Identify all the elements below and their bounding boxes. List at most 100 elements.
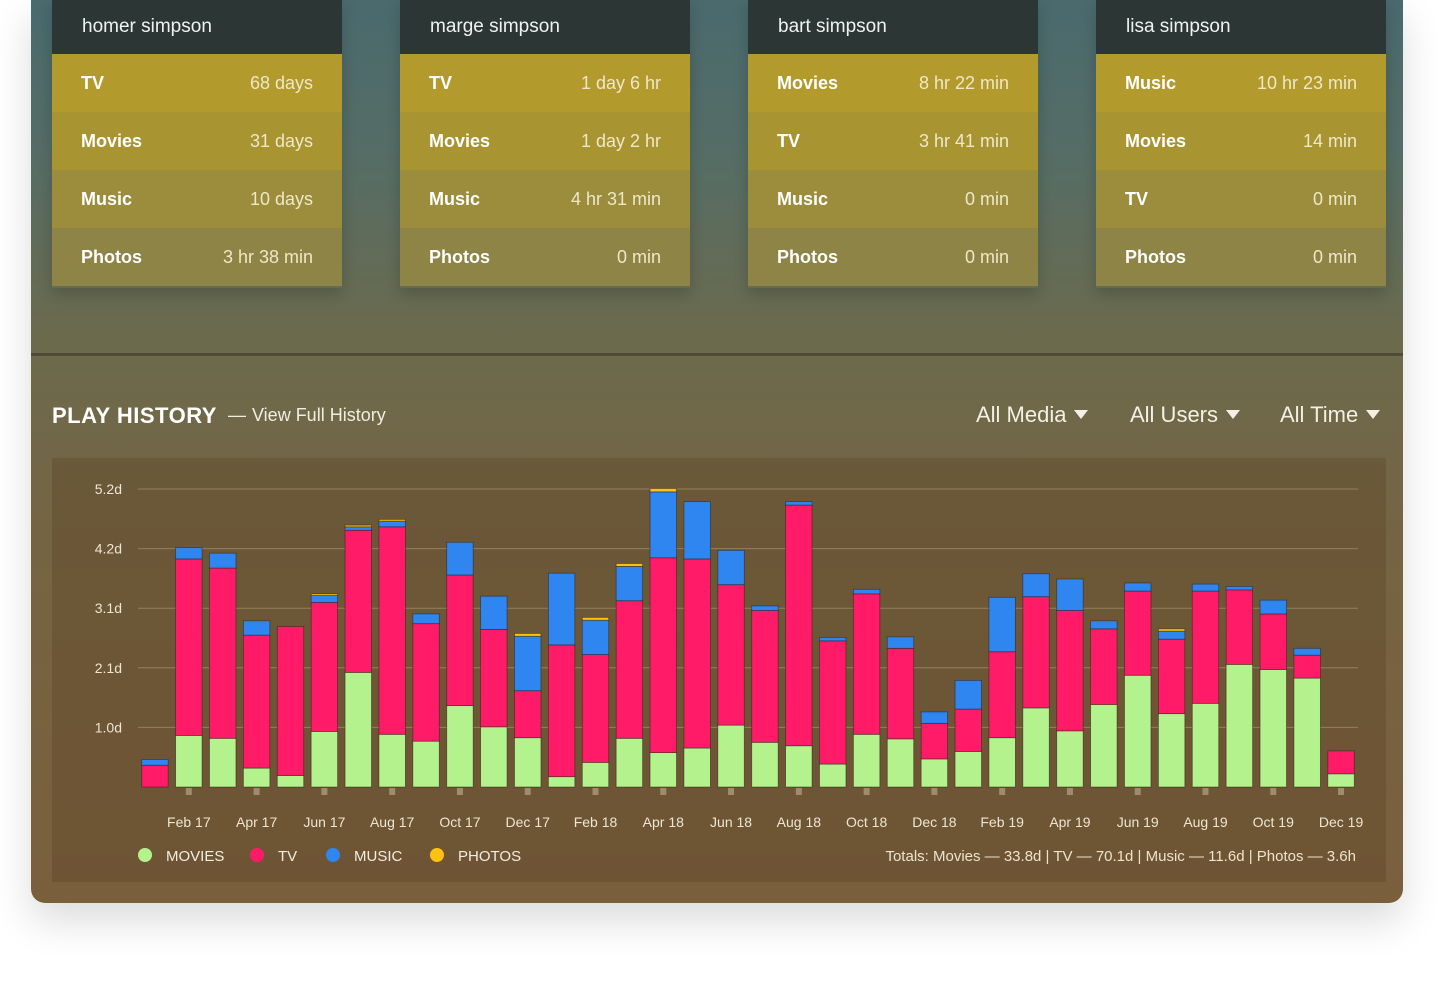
- bar-segment-movies: [1022, 707, 1050, 788]
- user-card-homer[interactable]: homer simpson TV 68 days Movies 31 days Mu…: [52, 0, 342, 288]
- bar-segment-photos: [344, 524, 372, 528]
- bar-segment-music: [480, 595, 508, 630]
- bar-segment-movies: [446, 705, 474, 788]
- bar-segment-music: [310, 595, 339, 603]
- bar-segment-music: [209, 552, 237, 569]
- bar-segment-tv: [209, 567, 237, 739]
- bar-segment-photos: [310, 593, 339, 596]
- bar-segment-tv: [819, 640, 847, 765]
- bar-segment-music: [920, 711, 949, 724]
- x-tick-label: Apr 18: [643, 814, 684, 830]
- bar-segment-music: [1225, 586, 1254, 591]
- bar-segment-music: [581, 619, 610, 656]
- stat-row: Photos 0 min: [1096, 228, 1386, 286]
- bar-segment-tv: [852, 593, 881, 735]
- stat-value: 0 min: [1312, 246, 1357, 267]
- bar-segment-music: [683, 501, 711, 560]
- bar-segment-music: [378, 520, 406, 528]
- bar-segment-music: [1259, 599, 1287, 615]
- bar-segment-music: [717, 549, 745, 586]
- bar-segment-tv: [547, 644, 576, 778]
- stat-value: 3 hr 38 min: [222, 246, 313, 267]
- stat-label: Music: [81, 188, 133, 209]
- stat-value: 68 days: [249, 72, 313, 93]
- x-tick-mark: [795, 788, 802, 795]
- bar-segment-music: [852, 588, 881, 595]
- user-card-lisa[interactable]: lisa simpson Music 10 hr 23 min Movies 14 …: [1096, 0, 1386, 288]
- x-tick-label: Oct 18: [846, 814, 887, 830]
- user-card-marge[interactable]: marge simpson TV 1 day 6 hr Movies 1 day 2…: [400, 0, 690, 288]
- bar-segment-movies: [1090, 704, 1118, 788]
- stat-row: TV 1 day 6 hr: [400, 54, 690, 112]
- caret-down-icon: [1366, 409, 1381, 419]
- time-filter-dropdown[interactable]: All Time: [1280, 402, 1381, 428]
- bar-segment-photos: [649, 488, 677, 493]
- bar-segment-photos: [615, 563, 644, 567]
- x-tick-mark: [660, 788, 667, 795]
- bar-segment-tv: [242, 634, 271, 769]
- stat-label: Photos: [1125, 246, 1186, 267]
- x-tick-label: Dec 19: [1319, 814, 1364, 830]
- media-filter-dropdown[interactable]: All Media: [976, 402, 1089, 428]
- bar-segment-movies: [717, 724, 745, 788]
- bar-segment-music: [615, 565, 644, 602]
- legend-item-music[interactable]: MUSIC: [326, 848, 402, 865]
- stat-row: Music 10 days: [52, 170, 342, 228]
- bar-segment-tv: [1056, 610, 1084, 732]
- bar-segment-music: [785, 501, 813, 506]
- x-tick-mark: [456, 788, 463, 795]
- view-full-history-label: View Full History: [252, 405, 386, 425]
- x-tick-mark: [728, 788, 735, 795]
- bar-segment-movies: [649, 752, 677, 788]
- bar-segment-movies: [175, 735, 203, 788]
- view-full-history-link[interactable]: — View Full History: [228, 405, 386, 426]
- stat-label: Photos: [429, 246, 490, 267]
- x-tick-label: Dec 18: [912, 814, 957, 830]
- stat-label: Music: [429, 188, 481, 209]
- users-filter-label: All Users: [1130, 402, 1219, 427]
- bar-segment-tv: [378, 526, 406, 735]
- bar-segment-movies: [1157, 713, 1186, 788]
- legend-dot-music: [326, 848, 340, 863]
- bar-segment-tv: [1191, 590, 1220, 704]
- stat-row: Music 10 hr 23 min: [1096, 54, 1386, 112]
- legend-item-tv[interactable]: TV: [250, 848, 297, 865]
- stat-row: Movies 31 days: [52, 112, 342, 170]
- bar-segment-movies: [852, 733, 881, 788]
- bar-segment-tv: [615, 600, 644, 739]
- bar-segment-tv: [1022, 596, 1050, 709]
- bar-segment-movies: [785, 745, 813, 788]
- stat-label: Movies: [1125, 130, 1187, 151]
- stat-row: Photos 0 min: [400, 228, 690, 286]
- bar-segment-tv: [920, 722, 949, 760]
- bar-segment-music: [175, 547, 203, 560]
- legend-label-movies: MOVIES: [166, 848, 225, 865]
- user-card-bart[interactable]: bart simpson Movies 8 hr 22 min TV 3 hr 41…: [748, 0, 1038, 288]
- y-tick-label: 3.1d: [95, 600, 122, 616]
- legend-item-photos[interactable]: PHOTOS: [430, 848, 521, 865]
- legend-label-photos: PHOTOS: [458, 848, 522, 865]
- bar-segment-tv: [480, 629, 508, 728]
- bar-segment-photos: [514, 633, 542, 637]
- bar-segment-tv: [1157, 638, 1186, 715]
- x-tick-mark: [1202, 788, 1209, 795]
- bar-segment-music: [751, 605, 779, 611]
- play-history-header: PLAY HISTORY — View Full History All Medi…: [52, 395, 1386, 435]
- stat-label: Movies: [429, 130, 491, 151]
- x-tick-label: Apr 17: [236, 814, 277, 830]
- bar-segment-tv: [988, 651, 1016, 739]
- bar-segment-movies: [242, 767, 271, 788]
- stat-value: 8 hr 22 min: [918, 72, 1009, 93]
- bar-segment-music: [412, 613, 440, 625]
- bar-segment-music: [1191, 583, 1220, 592]
- bar-segment-movies: [1056, 730, 1084, 788]
- stat-label: TV: [429, 72, 453, 93]
- bar-segment-movies: [920, 758, 949, 788]
- stat-row: Music 0 min: [748, 170, 1038, 228]
- users-filter-dropdown[interactable]: All Users: [1130, 402, 1241, 428]
- legend-item-movies[interactable]: MOVIES: [138, 848, 224, 865]
- bar-segment-photos: [581, 616, 610, 621]
- bar-segment-tv: [276, 626, 305, 776]
- stat-label: Photos: [777, 246, 838, 267]
- stat-value: 0 min: [1312, 188, 1357, 209]
